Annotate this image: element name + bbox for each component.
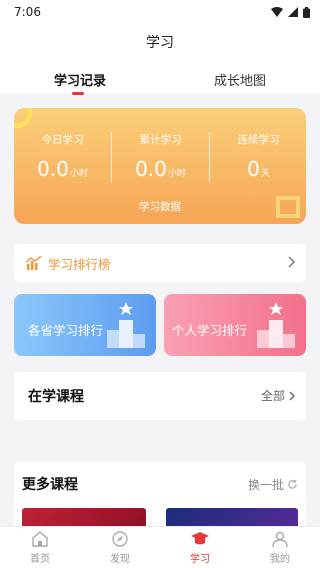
nav-label: 我的 <box>270 554 290 565</box>
stat-unit: 小时 <box>69 169 88 179</box>
nav-label: 发现 <box>110 554 130 565</box>
stat-unit: 小时 <box>167 169 186 179</box>
chevron-right-icon <box>289 391 295 400</box>
stat-label: 连续学习 <box>237 134 280 146</box>
tab-bar: 学习记录 成长地图 <box>0 70 320 95</box>
page-title: 学习 <box>146 35 174 51</box>
nav-profile[interactable]: 我的 <box>240 527 320 568</box>
status-bar: 7:06 <box>0 0 320 24</box>
view-all-button[interactable]: 全部 <box>261 387 296 404</box>
wifi-icon <box>271 7 283 17</box>
stat-total: 累计学习 0.0小时 <box>112 132 209 181</box>
in-progress-courses: 在学课程 全部 <box>14 372 306 420</box>
stat-value: 0 <box>247 157 260 181</box>
signal-icon <box>288 7 298 17</box>
stat-unit: 天 <box>260 169 270 179</box>
bottom-nav: 首页 发现 学习 我的 <box>0 526 320 568</box>
course-thumbnail[interactable] <box>166 508 298 528</box>
refresh-button[interactable]: 换一批 <box>248 476 298 493</box>
section-title: 在学课程 <box>28 389 84 405</box>
nav-label: 学习 <box>190 554 210 565</box>
section-title: 更多课程 <box>22 477 78 493</box>
stat-label: 累计学习 <box>139 134 182 146</box>
province-ranking-card[interactable]: 各省学习排行 <box>14 294 156 356</box>
status-time: 7:06 <box>14 5 41 19</box>
personal-ranking-label: 个人学习排行 <box>172 323 248 338</box>
nav-home[interactable]: 首页 <box>0 527 80 568</box>
compass-icon <box>112 531 128 547</box>
podium-icon <box>107 302 145 348</box>
battery-icon <box>303 6 310 18</box>
stat-today: 今日学习 0.0小时 <box>14 132 111 181</box>
decor-circle <box>14 108 32 128</box>
nav-learning[interactable]: 学习 <box>160 527 240 568</box>
podium-icon <box>257 302 295 348</box>
tab-growth-map[interactable]: 成长地图 <box>160 70 320 89</box>
chevron-right-icon <box>288 256 296 268</box>
course-thumbnail[interactable] <box>22 508 146 528</box>
graduation-cap-icon <box>191 532 209 545</box>
nav-discover[interactable]: 发现 <box>80 527 160 568</box>
nav-label: 首页 <box>30 554 50 565</box>
province-ranking-label: 各省学习排行 <box>28 323 104 338</box>
stat-streak: 连续学习 0天 <box>210 132 306 181</box>
refresh-label: 换一批 <box>247 478 284 492</box>
learning-stats-card[interactable]: 今日学习 0.0小时 累计学习 0.0小时 连续学习 0天 学习数据 <box>14 108 306 224</box>
home-icon <box>32 531 48 547</box>
stat-label: 今日学习 <box>41 134 84 146</box>
refresh-icon <box>288 479 297 489</box>
tab-learning-record[interactable]: 学习记录 <box>0 70 160 95</box>
personal-ranking-card[interactable]: 个人学习排行 <box>164 294 306 356</box>
leaderboard-row[interactable]: 学习排行榜 <box>14 244 306 282</box>
view-all-label: 全部 <box>260 389 285 403</box>
stat-value: 0.0 <box>135 157 167 181</box>
leaderboard-label: 学习排行榜 <box>48 256 111 272</box>
more-courses-section: 更多课程 换一批 <box>14 462 306 528</box>
stats-footer-label: 学习数据 <box>139 201 181 213</box>
stat-value: 0.0 <box>37 157 69 181</box>
status-icons <box>271 6 310 18</box>
bar-chart-icon <box>26 256 42 270</box>
person-icon <box>272 531 288 548</box>
header: 学习 学习记录 成长地图 <box>0 24 320 95</box>
